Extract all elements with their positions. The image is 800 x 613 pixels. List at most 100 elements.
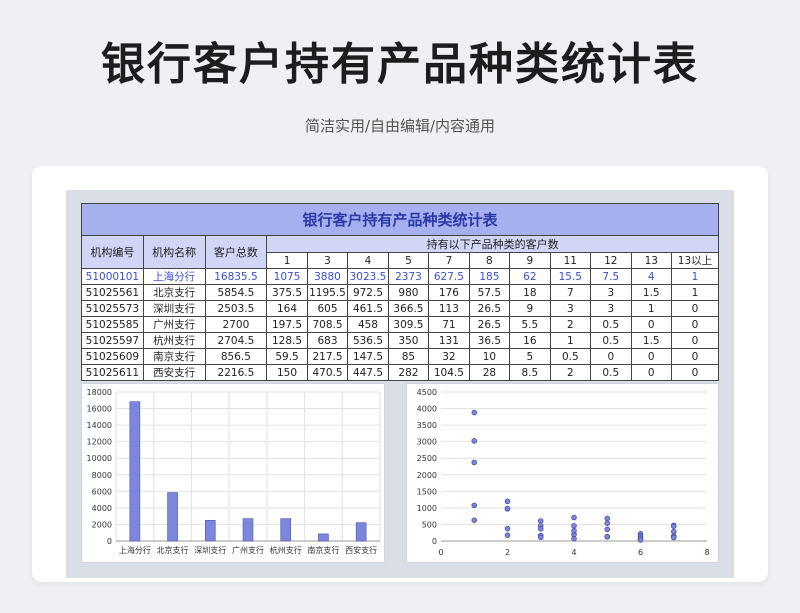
table-cell[interactable]: 7 (549, 284, 592, 301)
table-cell[interactable]: 470.5 (306, 364, 349, 381)
scatter-point[interactable] (571, 528, 577, 534)
table-cell[interactable]: 西安支行 (142, 364, 206, 381)
table-cell[interactable]: 2216.5 (204, 364, 268, 381)
table-cell[interactable]: 0.5 (590, 316, 632, 333)
table-cell[interactable]: 广州支行 (142, 316, 206, 333)
bar-mark[interactable] (242, 518, 254, 542)
table-cell[interactable]: 366.5 (387, 300, 430, 317)
scatter-point[interactable] (604, 533, 611, 540)
table-cell[interactable]: 5 (509, 348, 551, 365)
table-cell[interactable]: 461.5 (347, 300, 389, 317)
scatter-point[interactable] (571, 514, 577, 521)
table-cell[interactable]: 0 (630, 348, 672, 365)
table-cell[interactable]: 708.5 (306, 316, 349, 333)
table-cell[interactable]: 197.5 (266, 316, 308, 333)
table-cell[interactable]: 2 (549, 364, 592, 381)
table-cell[interactable]: 上海分行 (142, 268, 206, 285)
table-cell[interactable]: 309.5 (387, 316, 430, 333)
scatter-point[interactable] (571, 535, 577, 542)
table-cell[interactable]: 3023.5 (347, 268, 389, 285)
table-cell[interactable]: 3880 (306, 268, 349, 285)
table-cell[interactable]: 536.5 (347, 332, 389, 349)
table-cell[interactable]: 85 (387, 348, 430, 365)
scatter-point[interactable] (504, 525, 511, 532)
table-cell[interactable]: 3 (590, 300, 632, 317)
table-cell[interactable]: 856.5 (204, 348, 268, 365)
table-cell[interactable]: 5854.5 (204, 284, 268, 301)
table-cell[interactable]: 10 (468, 348, 511, 365)
table-cell[interactable]: 32 (428, 348, 470, 365)
table-cell[interactable]: 1.5 (630, 284, 672, 301)
scatter-point[interactable] (471, 409, 477, 416)
scatter-point[interactable] (538, 534, 544, 541)
bar-mark[interactable] (167, 492, 178, 542)
scatter-point[interactable] (671, 534, 677, 541)
table-cell[interactable]: 1 (670, 268, 720, 285)
table-cell[interactable]: 1195.5 (306, 284, 349, 301)
scatter-point[interactable] (671, 523, 677, 529)
table-cell[interactable]: 51025611 (81, 364, 144, 381)
table-cell[interactable]: 5.5 (509, 316, 551, 333)
table-cell[interactable]: 0 (670, 348, 720, 365)
table-cell[interactable]: 0.5 (590, 364, 632, 381)
scatter-point[interactable] (538, 518, 544, 524)
table-cell[interactable]: 51025609 (81, 348, 144, 365)
table-cell[interactable]: 0 (670, 364, 720, 381)
table-cell[interactable]: 3 (590, 284, 632, 301)
table-cell[interactable]: 51025585 (81, 316, 144, 333)
scatter-point[interactable] (471, 517, 477, 523)
scatter-point[interactable] (471, 438, 477, 444)
table-cell[interactable]: 185 (468, 268, 511, 285)
bar-mark[interactable] (318, 533, 329, 542)
table-cell[interactable]: 28 (468, 364, 511, 381)
table-cell[interactable]: 447.5 (347, 364, 389, 381)
scatter-point[interactable] (538, 526, 544, 532)
table-cell[interactable]: 128.5 (266, 332, 308, 349)
table-cell[interactable]: 605 (306, 300, 349, 317)
table-cell[interactable]: 980 (387, 284, 430, 301)
table-cell[interactable]: 51025573 (81, 300, 144, 317)
table-cell[interactable]: 0.5 (590, 332, 632, 349)
bar-mark[interactable] (355, 522, 367, 542)
table-cell[interactable]: 7.5 (590, 268, 632, 285)
scatter-point[interactable] (504, 532, 511, 538)
table-cell[interactable]: 51025561 (81, 284, 144, 301)
table-cell[interactable]: 杭州支行 (142, 332, 206, 349)
table-cell[interactable]: 1 (630, 300, 672, 317)
table-cell[interactable]: 深圳支行 (142, 300, 206, 317)
table-cell[interactable]: 71 (428, 316, 470, 333)
table-cell[interactable]: 26.5 (468, 300, 511, 317)
table-cell[interactable]: 0 (590, 348, 632, 365)
table-cell[interactable]: 375.5 (266, 284, 308, 301)
table-cell[interactable]: 36.5 (468, 332, 511, 349)
table-cell[interactable]: 2704.5 (204, 332, 268, 349)
table-cell[interactable]: 104.5 (428, 364, 470, 381)
table-cell[interactable]: 0.5 (549, 348, 592, 365)
bar-mark[interactable] (204, 519, 216, 542)
table-cell[interactable]: 15.5 (549, 268, 592, 285)
table-cell[interactable]: 9 (509, 300, 551, 317)
scatter-point[interactable] (604, 526, 611, 533)
table-cell[interactable]: 59.5 (266, 348, 308, 365)
table-cell[interactable]: 16835.5 (204, 268, 268, 285)
table-cell[interactable]: 350 (387, 332, 430, 349)
table-cell[interactable]: 1.5 (630, 332, 672, 349)
table-cell[interactable]: 627.5 (428, 268, 470, 285)
scatter-point[interactable] (571, 523, 577, 529)
table-cell[interactable]: 0 (670, 332, 720, 349)
bar-mark[interactable] (280, 518, 292, 542)
bar-mark[interactable] (129, 401, 141, 542)
table-cell[interactable]: 1 (549, 332, 592, 349)
scatter-point[interactable] (604, 520, 611, 526)
table-cell[interactable]: 217.5 (306, 348, 349, 365)
table-cell[interactable]: 282 (387, 364, 430, 381)
table-cell[interactable]: 57.5 (468, 284, 511, 301)
table-cell[interactable]: 16 (509, 332, 551, 349)
scatter-point[interactable] (471, 459, 477, 466)
table-cell[interactable]: 2503.5 (204, 300, 268, 317)
table-cell[interactable]: 2 (549, 316, 592, 333)
table-cell[interactable]: 0 (630, 364, 672, 381)
table-cell[interactable]: 972.5 (347, 284, 389, 301)
table-cell[interactable]: 458 (347, 316, 389, 333)
table-cell[interactable]: 0 (670, 300, 720, 317)
